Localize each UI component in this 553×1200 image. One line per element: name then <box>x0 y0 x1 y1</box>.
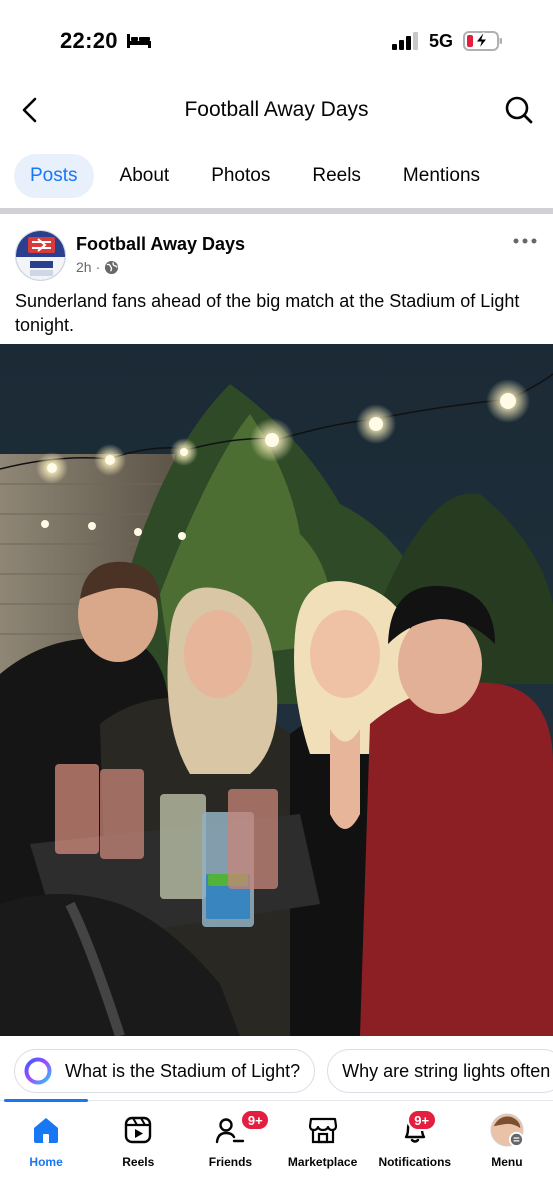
nav-label: Menu <box>491 1155 523 1169</box>
post-time[interactable]: 2h <box>76 259 92 275</box>
more-options-icon <box>513 238 537 244</box>
nav-label: Home <box>29 1155 63 1169</box>
post-header: Football Away Days 2h · <box>0 214 553 284</box>
suggestion-chip-label: What is the Stadium of Light? <box>65 1060 301 1081</box>
reels-icon <box>125 1116 152 1144</box>
suggestion-chip-label: Why are string lights often <box>342 1060 551 1081</box>
nav-notifications[interactable]: 9+ Notifications <box>369 1101 461 1200</box>
marketplace-icon <box>308 1117 337 1144</box>
page-logo-icon <box>16 231 65 280</box>
page-avatar[interactable] <box>15 230 66 281</box>
tab-mentions[interactable]: Mentions <box>387 154 496 198</box>
tab-photos[interactable]: Photos <box>195 154 286 198</box>
globe-icon <box>105 260 119 274</box>
battery-charging-icon <box>463 31 502 51</box>
bed-icon <box>127 34 151 48</box>
nav-header: Football Away Days <box>0 80 553 140</box>
nav-marketplace[interactable]: Marketplace <box>277 1101 369 1200</box>
suggestion-chip[interactable]: What is the Stadium of Light? <box>14 1049 316 1093</box>
home-icon <box>34 1118 59 1143</box>
meta-ai-icon <box>24 1057 52 1085</box>
tab-about[interactable]: About <box>104 154 186 198</box>
post-meta: 2h · <box>76 259 119 275</box>
nav-home[interactable]: Home <box>0 1101 92 1200</box>
post-text: Sunderland fans ahead of the big match a… <box>15 291 520 335</box>
suggestion-chips: What is the Stadium of Light? Why are st… <box>14 1049 553 1093</box>
page-title: Football Away Days <box>184 98 369 121</box>
nav-label: Reels <box>122 1155 155 1169</box>
profile-avatar-icon <box>490 1113 524 1147</box>
more-options-button[interactable] <box>511 232 539 250</box>
nav-label: Marketplace <box>287 1155 358 1169</box>
meta-separator: · <box>95 259 101 275</box>
signal-icon <box>392 32 418 50</box>
friends-badge: 9+ <box>240 1109 271 1131</box>
nav-friends[interactable]: 9+ Friends <box>184 1101 276 1200</box>
status-time: 22:20 <box>60 28 118 53</box>
nav-label: Friends <box>208 1155 253 1169</box>
notifications-badge: 9+ <box>406 1109 437 1131</box>
tab-posts[interactable]: Posts <box>14 154 94 198</box>
nav-menu[interactable]: Menu <box>461 1101 553 1200</box>
search-icon <box>505 96 533 124</box>
post-author[interactable]: Football Away Days <box>76 234 245 255</box>
nav-label: Notifications <box>378 1155 452 1169</box>
nav-reels[interactable]: Reels <box>92 1101 184 1200</box>
suggestion-chip[interactable]: Why are string lights often <box>327 1049 553 1093</box>
post-photo[interactable] <box>0 344 553 1036</box>
search-button[interactable] <box>501 92 537 128</box>
network-label: 5G <box>429 31 454 51</box>
bottom-nav: Home Reels 9+ Friends Marketplace 9+ Not… <box>0 1099 553 1200</box>
status-bar: 22:20 5G <box>0 0 553 80</box>
tab-reels[interactable]: Reels <box>296 154 377 198</box>
page-tabs: Posts About Photos Reels Mentions <box>14 153 506 199</box>
